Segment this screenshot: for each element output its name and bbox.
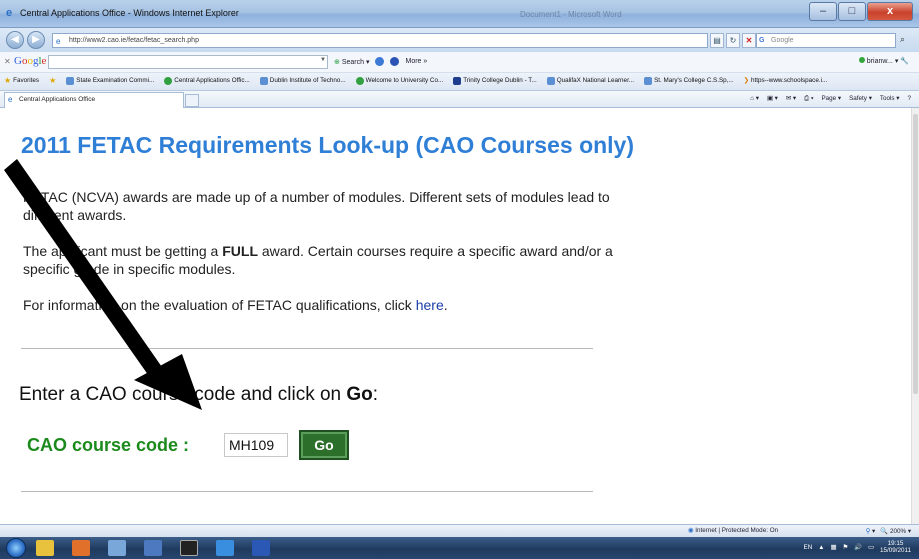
paint-icon[interactable]	[108, 540, 126, 556]
display-icon[interactable]: ▭	[868, 544, 874, 551]
refresh-icon[interactable]: ↻	[726, 33, 740, 48]
media-player-icon[interactable]	[72, 540, 90, 556]
search-go-icon[interactable]: ⌕	[900, 34, 905, 45]
security-zone: ◉ Internet | Protected Mode: On	[688, 527, 779, 534]
home-icon[interactable]: ⌂ ▾	[750, 95, 759, 103]
google-search-input[interactable]	[48, 55, 328, 69]
show-hidden-icons-icon[interactable]: ▲	[818, 544, 824, 551]
favorite-link[interactable]: ❯ https--www.schoolspace.i...	[744, 76, 828, 85]
compatibility-view-icon[interactable]: ▤	[710, 33, 724, 48]
system-tray: EN ▲ ▦ ⚑ 🔊 ▭ 19:15 15/09/2011	[804, 540, 911, 554]
navigation-bar: ◀ ▶ e http://www2.cao.ie/fetac/fetac_sea…	[0, 28, 919, 52]
folder-icon[interactable]	[36, 540, 54, 556]
safety-menu[interactable]: Safety ▾	[849, 95, 872, 103]
online-status-icon	[858, 57, 865, 63]
background-window-title: Document1 - Microsoft Word	[520, 10, 622, 19]
zoom-level[interactable]: ⚲ ▾ 🔍 200% ▾	[866, 527, 911, 535]
tools-menu[interactable]: Tools ▾	[880, 95, 900, 103]
favorite-link[interactable]: QualifaX National Learner...	[546, 76, 634, 85]
feeds-icon[interactable]: ▣ ▾	[767, 95, 778, 103]
help-icon[interactable]: ?	[907, 95, 911, 103]
minimize-button[interactable]: –	[809, 2, 837, 21]
forward-button[interactable]: ▶	[27, 31, 45, 49]
internet-explorer-icon: e	[6, 7, 13, 19]
more-button[interactable]: More »	[405, 58, 427, 65]
favorite-link[interactable]: Welcome to University Co...	[355, 76, 443, 85]
page-content: 2011 FETAC Requirements Look-up (CAO Cou…	[0, 108, 911, 524]
tab-central-applications-office[interactable]: e Central Applications Office	[4, 92, 184, 108]
page-icon: e	[8, 95, 13, 104]
user-account[interactable]: brianw... ▾ 🔧	[858, 57, 909, 65]
word-icon[interactable]	[252, 540, 270, 556]
clock[interactable]: 19:15 15/09/2011	[880, 540, 911, 554]
add-favorite-icon[interactable]: ★	[49, 76, 56, 85]
window-title: Central Applications Office - Windows In…	[20, 8, 239, 18]
favorite-link[interactable]: St. Mary's College C.S.Sp,...	[644, 76, 734, 85]
app-icon[interactable]	[180, 540, 198, 556]
title-bar: e Central Applications Office - Windows …	[0, 0, 919, 28]
annotation-arrow-icon	[4, 159, 202, 410]
page-menu[interactable]: Page ▾	[821, 95, 841, 103]
google-search-button[interactable]: ⊕ Search ▾	[334, 58, 369, 66]
stop-icon[interactable]: ✕	[742, 33, 756, 48]
favorite-link[interactable]: Trinity College Dublin - T...	[453, 76, 537, 85]
taskbar: EN ▲ ▦ ⚑ 🔊 ▭ 19:15 15/09/2011	[0, 537, 919, 559]
favorite-link[interactable]: State Examination Commi...	[66, 76, 154, 85]
volume-icon[interactable]: 🔊	[854, 543, 862, 551]
address-url: http://www2.cao.ie/fetac/fetac_search.ph…	[69, 37, 199, 44]
close-button[interactable]: x	[867, 2, 913, 21]
scrollbar-thumb[interactable]	[913, 114, 918, 394]
maximize-button[interactable]: □	[838, 2, 866, 21]
chevron-down-icon[interactable]: ▼	[320, 57, 326, 63]
page-icon: e	[56, 37, 61, 46]
network-status-icon[interactable]: ▦	[831, 544, 837, 551]
internet-explorer-icon[interactable]	[216, 540, 234, 556]
vertical-scrollbar[interactable]	[911, 108, 919, 524]
flag-icon[interactable]: ⚑	[842, 544, 848, 551]
new-tab-button[interactable]	[185, 94, 199, 107]
search-input[interactable]: G Google	[756, 33, 896, 48]
tab-bar: e Central Applications Office ⌂ ▾ ▣ ▾ ✉ …	[0, 91, 919, 108]
network-icon[interactable]	[144, 540, 162, 556]
search-placeholder: Google	[771, 37, 794, 44]
start-button[interactable]	[6, 538, 26, 558]
print-icon[interactable]: ⎙ ▾	[804, 95, 813, 103]
globe-icon[interactable]	[375, 57, 385, 66]
language-indicator[interactable]: EN	[804, 544, 813, 551]
favorites-button[interactable]: ★ Favorites	[4, 76, 39, 85]
google-logo: Google	[14, 55, 47, 67]
favorites-bar: ★ Favorites ★ State Examination Commi... …	[0, 73, 919, 91]
address-bar[interactable]: e http://www2.cao.ie/fetac/fetac_search.…	[52, 33, 708, 48]
close-toolbar-icon[interactable]: ✕	[4, 57, 11, 66]
star-icon: ★	[4, 76, 12, 85]
status-bar: ◉ Internet | Protected Mode: On ⚲ ▾ 🔍 20…	[0, 524, 919, 537]
favorite-link[interactable]: Central Applications Offic...	[164, 76, 250, 85]
google-toolbar: ✕ Google ▼ ⊕ Search ▾ More » brianw... ▾…	[0, 52, 919, 73]
google-search-icon: G	[759, 37, 765, 44]
mail-icon[interactable]: ✉ ▾	[786, 95, 796, 103]
back-button[interactable]: ◀	[6, 31, 24, 49]
favorite-link[interactable]: Dublin Institute of Techno...	[259, 76, 346, 85]
share-icon[interactable]	[390, 57, 400, 66]
